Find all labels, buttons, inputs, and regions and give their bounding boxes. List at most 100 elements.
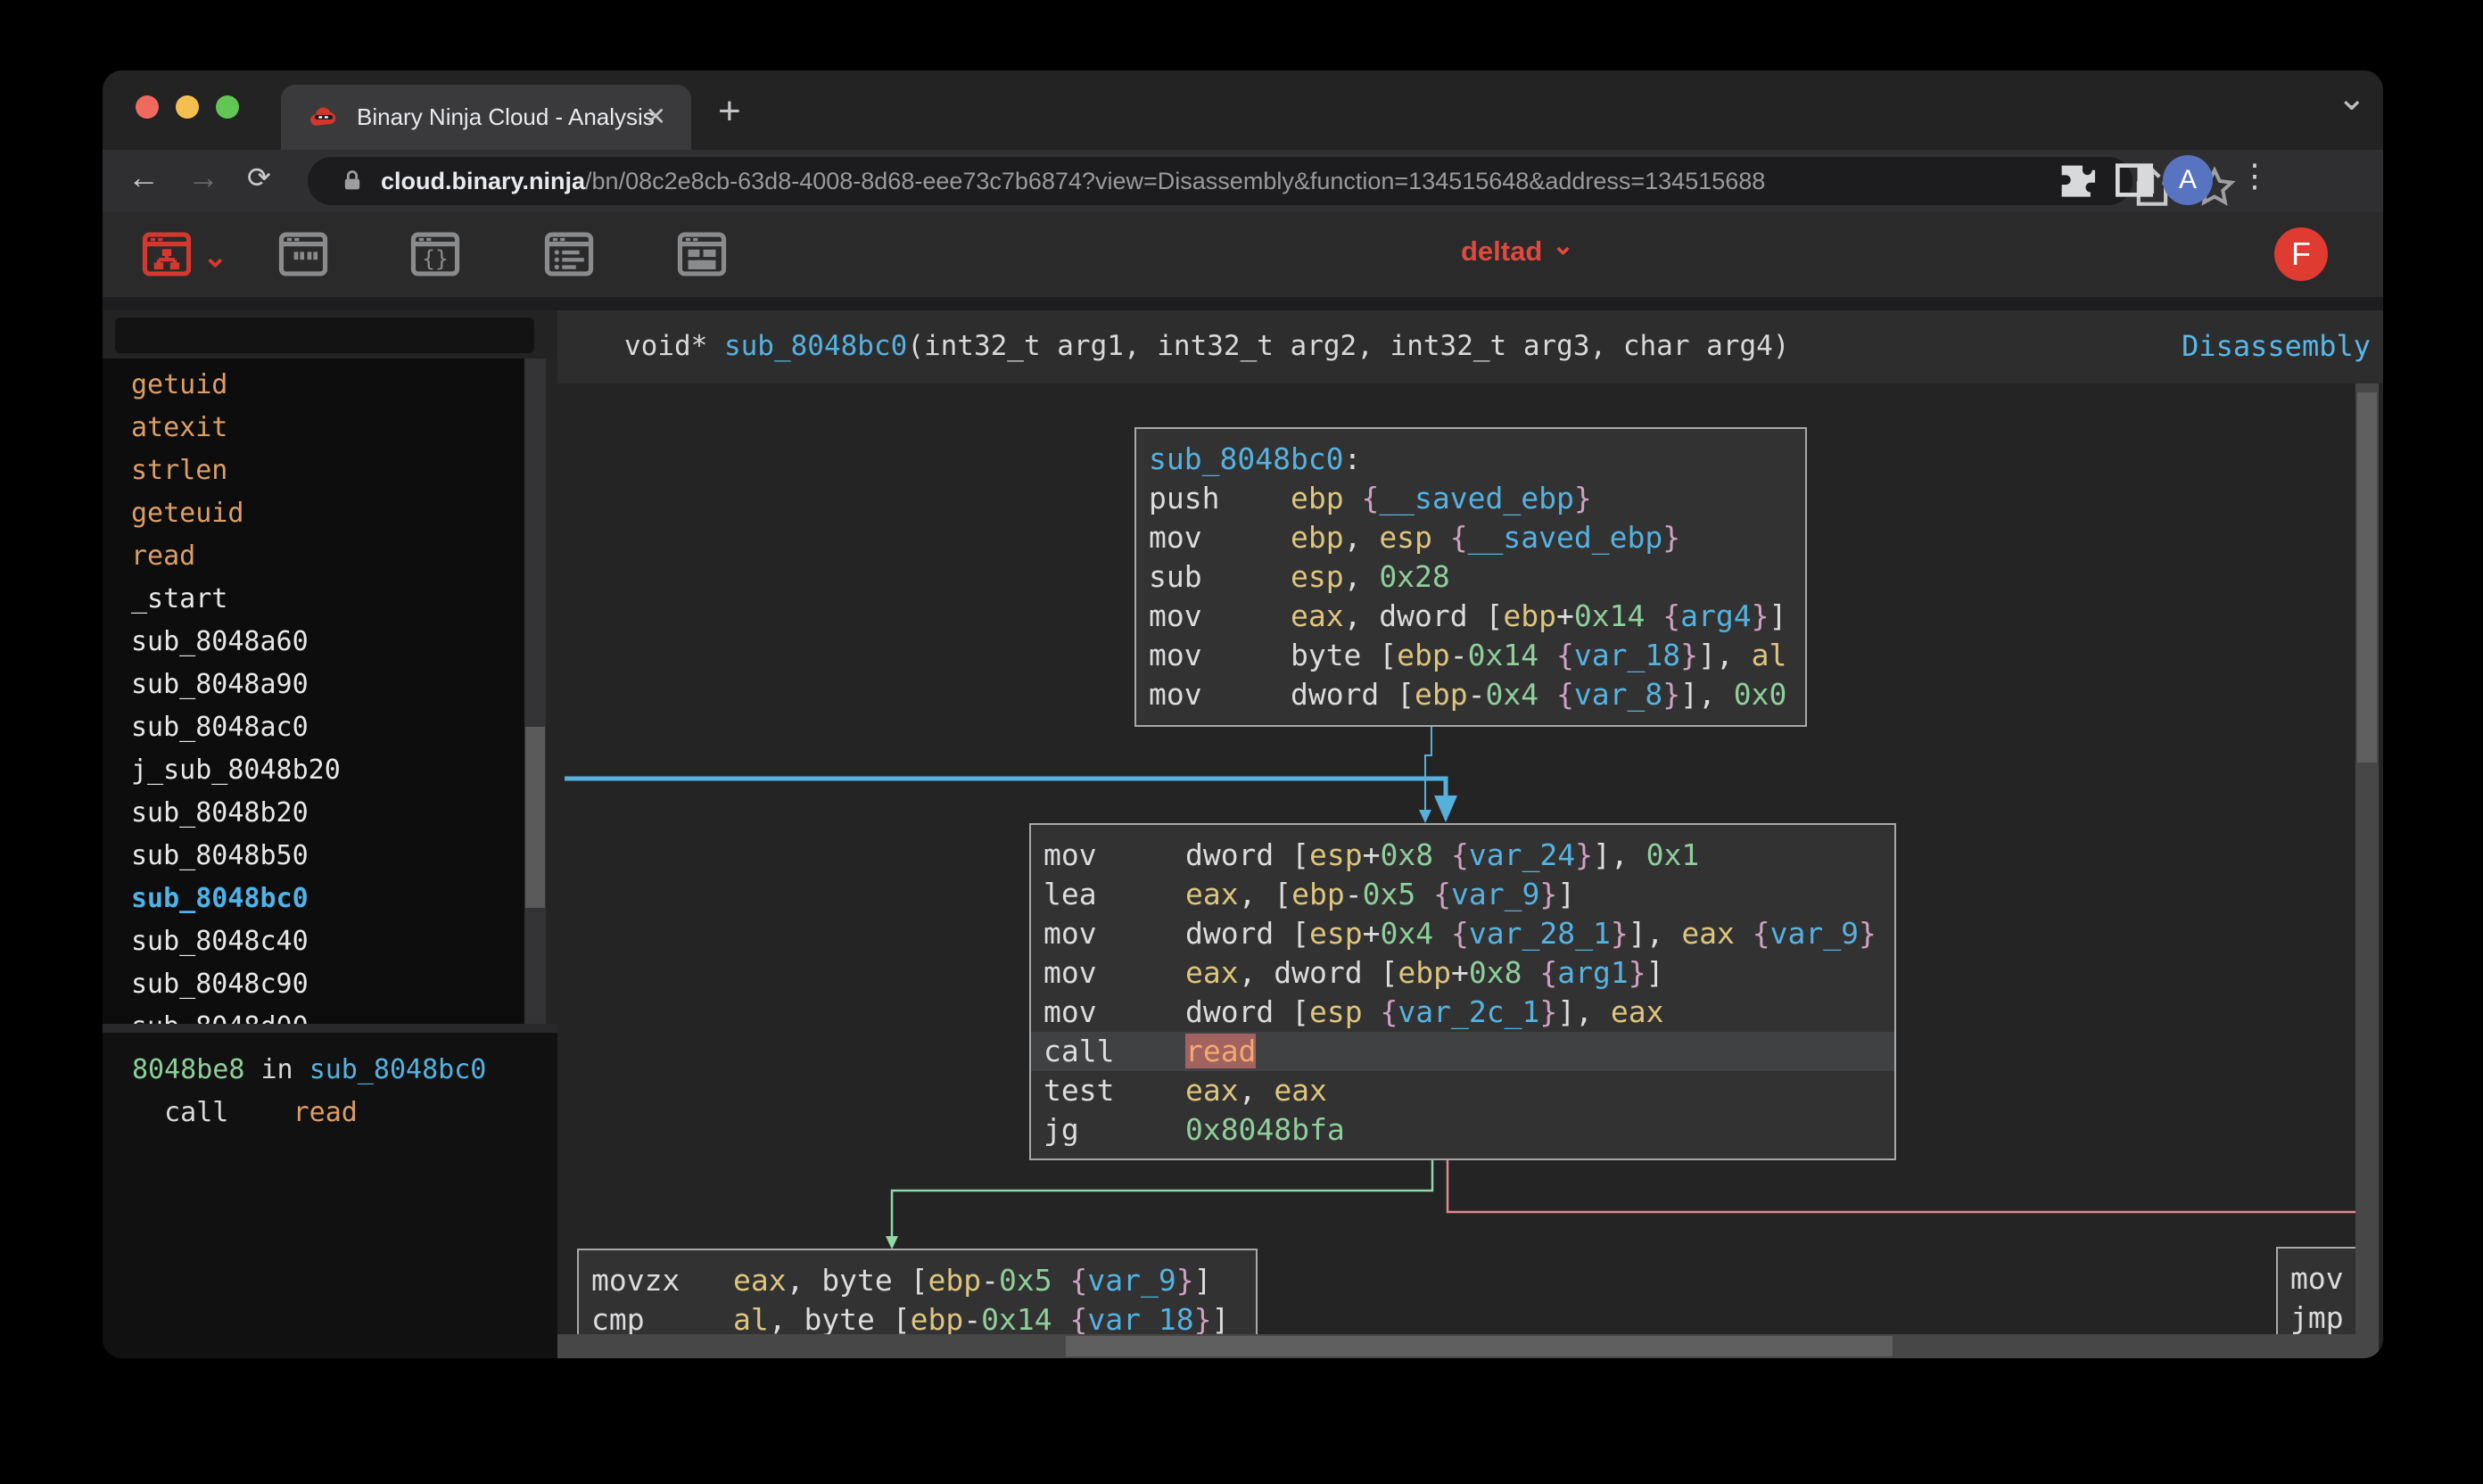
function-list-item[interactable]: sub_8048d00 bbox=[103, 1006, 524, 1024]
function-list-item[interactable]: sub_8048b50 bbox=[103, 835, 524, 878]
asm-instruction[interactable]: mov bbox=[2278, 1259, 2355, 1298]
token: ebp bbox=[1398, 955, 1451, 990]
basic-block-entry[interactable]: sub_8048bc0:push ebp {__saved_ebp}mov eb… bbox=[1134, 427, 1807, 727]
token: ] bbox=[1646, 955, 1664, 990]
asm-instruction[interactable]: jg 0x8048bfa bbox=[1031, 1110, 1894, 1150]
sidebar-scrollbar-thumb[interactable] bbox=[525, 727, 545, 908]
graph-vertical-scrollbar-thumb[interactable] bbox=[2357, 392, 2377, 763]
token: byte [ bbox=[1291, 638, 1397, 672]
graph-horizontal-scrollbar-thumb[interactable] bbox=[1066, 1336, 1893, 1356]
graph-canvas[interactable]: sub_8048bc0:push ebp {__saved_ebp}mov eb… bbox=[557, 383, 2355, 1334]
asm-instruction[interactable]: mov dword [ebp-0x4 {var_8}], 0x0 bbox=[1136, 675, 1805, 714]
token: push bbox=[1149, 481, 1291, 515]
function-list-item[interactable]: strlen bbox=[103, 449, 524, 492]
token: eax bbox=[1185, 1073, 1239, 1108]
asm-instruction[interactable]: sub esp, 0x28 bbox=[1136, 557, 1805, 597]
pseudocode-view-icon[interactable]: {} bbox=[408, 227, 463, 282]
view-selector[interactable]: Disassembly bbox=[2182, 329, 2371, 363]
tab-overflow-chevron-icon[interactable]: ⌄ bbox=[2337, 78, 2367, 119]
token: { bbox=[1069, 1263, 1087, 1298]
asm-instruction[interactable]: mov dword [esp+0x4 {var_28_1}], eax {var… bbox=[1031, 914, 1894, 953]
token: } bbox=[1629, 955, 1646, 990]
asm-instruction[interactable]: mov dword [esp {var_2c_1}], eax bbox=[1031, 993, 1894, 1032]
function-signature[interactable]: void* sub_8048bc0(int32_t arg1, int32_t … bbox=[624, 330, 1789, 362]
token: __saved_ebp bbox=[1468, 520, 1663, 555]
function-filter-box[interactable] bbox=[115, 317, 534, 353]
function-list-item[interactable]: atexit bbox=[103, 407, 524, 449]
token: ] bbox=[1769, 598, 1786, 633]
binary-name-chevron-icon[interactable]: ⌄ bbox=[1552, 230, 1574, 261]
graph-view-chevron-icon[interactable]: ⌄ bbox=[202, 239, 228, 275]
function-list-item[interactable]: sub_8048bc0 bbox=[103, 878, 524, 920]
url-bar[interactable]: cloud.binary.ninja/bn/08c2e8cb-63d8-4008… bbox=[308, 157, 2132, 205]
asm-instruction[interactable]: test eax, eax bbox=[1031, 1071, 1894, 1110]
asm-instruction[interactable]: lea eax, [ebp-0x5 {var_9}] bbox=[1031, 875, 1894, 914]
function-list-item[interactable]: geteuid bbox=[103, 492, 524, 535]
desktop-background: Binary Ninja Cloud - Analysis ✕ + ⌄ ← → … bbox=[0, 0, 2483, 1484]
binary-name-dropdown[interactable]: deltad bbox=[1461, 235, 1542, 268]
asm-instruction[interactable]: mov byte [ebp-0x14 {var_18}], al bbox=[1136, 636, 1805, 675]
asm-instruction[interactable]: mov eax, dword [ebp+0x8 {arg1}] bbox=[1031, 953, 1894, 993]
tab-close-icon[interactable]: ✕ bbox=[646, 102, 666, 131]
reload-button[interactable]: ⟳ bbox=[247, 161, 271, 194]
basic-block-right-partial[interactable]: movjmp bbox=[2276, 1247, 2355, 1334]
function-list-item[interactable]: sub_8048c40 bbox=[103, 920, 524, 963]
log-view-icon[interactable] bbox=[541, 227, 597, 282]
token: , byte [ bbox=[769, 1302, 911, 1334]
graph-vertical-scrollbar[interactable] bbox=[2355, 383, 2379, 1358]
window-maximize-button[interactable] bbox=[216, 95, 239, 119]
asm-instruction[interactable]: sub_8048bc0: bbox=[1136, 440, 1805, 479]
function-list-item[interactable]: _start bbox=[103, 578, 524, 621]
token: : bbox=[1344, 441, 1362, 476]
token: eax bbox=[1185, 955, 1239, 990]
token: esp bbox=[1309, 916, 1363, 951]
function-list-item[interactable]: sub_8048a60 bbox=[103, 621, 524, 664]
asm-instruction[interactable]: cmp al, byte [ebp-0x14 {var_18}] bbox=[579, 1300, 1256, 1334]
asm-instruction[interactable]: mov eax, dword [ebp+0x14 {arg4}] bbox=[1136, 597, 1805, 636]
token: eax bbox=[1185, 877, 1239, 911]
function-list-item[interactable]: sub_8048b20 bbox=[103, 792, 524, 835]
extensions-puzzle-icon[interactable] bbox=[2051, 155, 2101, 205]
token bbox=[1344, 481, 1362, 515]
basic-block-call-read[interactable]: mov dword [esp+0x8 {var_24}], 0x1lea eax… bbox=[1029, 823, 1896, 1160]
token: ] bbox=[1211, 1302, 1229, 1334]
menu-kebab-icon[interactable]: ⋮ bbox=[2239, 157, 2271, 194]
window-close-button[interactable] bbox=[136, 95, 159, 119]
function-list-item[interactable]: j_sub_8048b20 bbox=[103, 749, 524, 792]
asm-instruction[interactable]: movzx eax, byte [ebp-0x5 {var_9}] bbox=[579, 1261, 1256, 1300]
token: ebp bbox=[1291, 481, 1344, 515]
basic-block-movzx[interactable]: movzx eax, byte [ebp-0x5 {var_9}]cmp al,… bbox=[577, 1249, 1258, 1334]
asm-instruction[interactable]: jmp bbox=[2278, 1298, 2355, 1334]
token: 0x14 bbox=[1574, 598, 1645, 633]
asm-instruction[interactable]: push ebp {__saved_ebp} bbox=[1136, 479, 1805, 518]
asm-instruction[interactable]: mov dword [esp+0x8 {var_24}], 0x1 bbox=[1031, 836, 1894, 875]
token: __saved_ebp bbox=[1379, 481, 1574, 515]
asm-instruction[interactable]: mov ebp, esp {__saved_ebp} bbox=[1136, 518, 1805, 557]
asm-instruction[interactable]: call read bbox=[1031, 1032, 1894, 1071]
side-panel-icon[interactable] bbox=[2109, 155, 2159, 205]
linear-view-icon[interactable] bbox=[276, 227, 331, 282]
user-avatar[interactable]: F bbox=[2274, 227, 2328, 281]
function-list-item[interactable]: getuid bbox=[103, 364, 524, 407]
forward-button[interactable]: → bbox=[187, 159, 219, 196]
function-list-item[interactable]: sub_8048a90 bbox=[103, 664, 524, 706]
memory-view-icon[interactable] bbox=[674, 227, 730, 282]
token: 0x5 bbox=[1363, 877, 1416, 911]
selection-status-panel: 8048be8 in sub_8048bc0 call read bbox=[103, 1024, 557, 1358]
window-minimize-button[interactable] bbox=[176, 95, 199, 119]
token: { bbox=[1539, 955, 1557, 990]
function-list-item[interactable]: sub_8048c90 bbox=[103, 963, 524, 1006]
token: } bbox=[1539, 994, 1557, 1029]
browser-profile-avatar[interactable]: A bbox=[2163, 155, 2213, 205]
browser-tab[interactable]: Binary Ninja Cloud - Analysis ✕ bbox=[281, 85, 691, 150]
back-button[interactable]: ← bbox=[128, 159, 160, 196]
graph-horizontal-scrollbar[interactable] bbox=[557, 1334, 2355, 1358]
token: dword [ bbox=[1185, 994, 1309, 1029]
function-list-item[interactable]: read bbox=[103, 535, 524, 578]
status-instruction-line: call read bbox=[132, 1095, 358, 1131]
function-list-item[interactable]: sub_8048ac0 bbox=[103, 706, 524, 749]
new-tab-button[interactable]: + bbox=[718, 95, 741, 128]
token: - bbox=[1450, 638, 1468, 672]
sidebar-scrollbar[interactable] bbox=[524, 359, 546, 1024]
graph-view-icon[interactable] bbox=[139, 227, 194, 282]
